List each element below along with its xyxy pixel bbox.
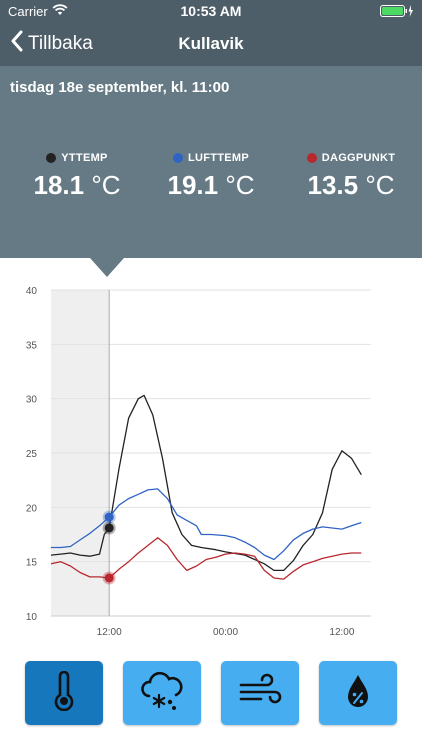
humidity-drop-icon: [343, 671, 373, 716]
thermometer-icon: [49, 670, 79, 716]
series-marker-lufttemp[interactable]: [104, 512, 114, 522]
reading-label: YTTEMP: [61, 152, 108, 164]
air-temp-dot: [172, 153, 183, 163]
precipitation-tab-button[interactable]: [123, 661, 201, 725]
dew-point-dot: [306, 153, 317, 163]
temperature-tab-button[interactable]: [25, 661, 103, 725]
category-toolbar: [0, 656, 422, 736]
wind-icon: [237, 673, 283, 714]
y-tick-label: 15: [26, 558, 38, 569]
x-tick-label: 12:00: [329, 627, 354, 638]
reading-value: 19.1: [167, 170, 219, 200]
reading-unit: °C: [365, 170, 395, 200]
reading-label: DAGGPUNKT: [321, 152, 396, 164]
reading-datetime: tisdag 18e september, kl. 11:00: [10, 79, 230, 96]
reading-unit: °C: [91, 170, 121, 200]
reading-surface-temp: YTTEMP 18.1 °C: [17, 152, 137, 201]
navigation-bar: Carrier 10:53 AM Tillbaka Kullavik: [0, 0, 422, 66]
x-tick-label: 12:00: [97, 627, 122, 638]
reading-value: 18.1: [33, 170, 85, 200]
y-tick-label: 40: [26, 286, 38, 297]
humidity-tab-button[interactable]: [319, 661, 397, 725]
y-tick-label: 25: [26, 449, 38, 460]
y-tick-label: 10: [26, 612, 38, 623]
y-tick-label: 35: [26, 340, 38, 351]
surface-temp-dot: [46, 153, 57, 163]
reading-unit: °C: [225, 170, 255, 200]
wind-tab-button[interactable]: [221, 661, 299, 725]
series-marker-daggpunkt[interactable]: [104, 573, 114, 583]
weather-summary: tisdag 18e september, kl. 11:00 YTTEMP 1…: [0, 66, 422, 258]
snow-cloud-icon: [139, 671, 185, 716]
temperature-chart[interactable]: 10 15 20 25 30 35 40 12:00 00:00 12:00: [0, 278, 422, 644]
battery-icon: [380, 5, 414, 20]
y-tick-label: 20: [26, 503, 38, 514]
reading-dew-point: DAGGPUNKT 13.5 °C: [291, 152, 411, 201]
series-marker-yttemp[interactable]: [104, 523, 114, 533]
selection-pointer: [90, 258, 124, 277]
status-bar: Carrier 10:53 AM: [0, 0, 422, 22]
reading-value: 13.5: [307, 170, 359, 200]
page-title: Kullavik: [178, 34, 244, 53]
status-time: 10:53 AM: [180, 3, 242, 19]
y-tick-label: 30: [26, 395, 38, 406]
reading-label: LUFTTEMP: [187, 152, 250, 164]
reading-air-temp: LUFTTEMP 19.1 °C: [151, 152, 271, 201]
x-tick-label: 00:00: [213, 627, 238, 638]
